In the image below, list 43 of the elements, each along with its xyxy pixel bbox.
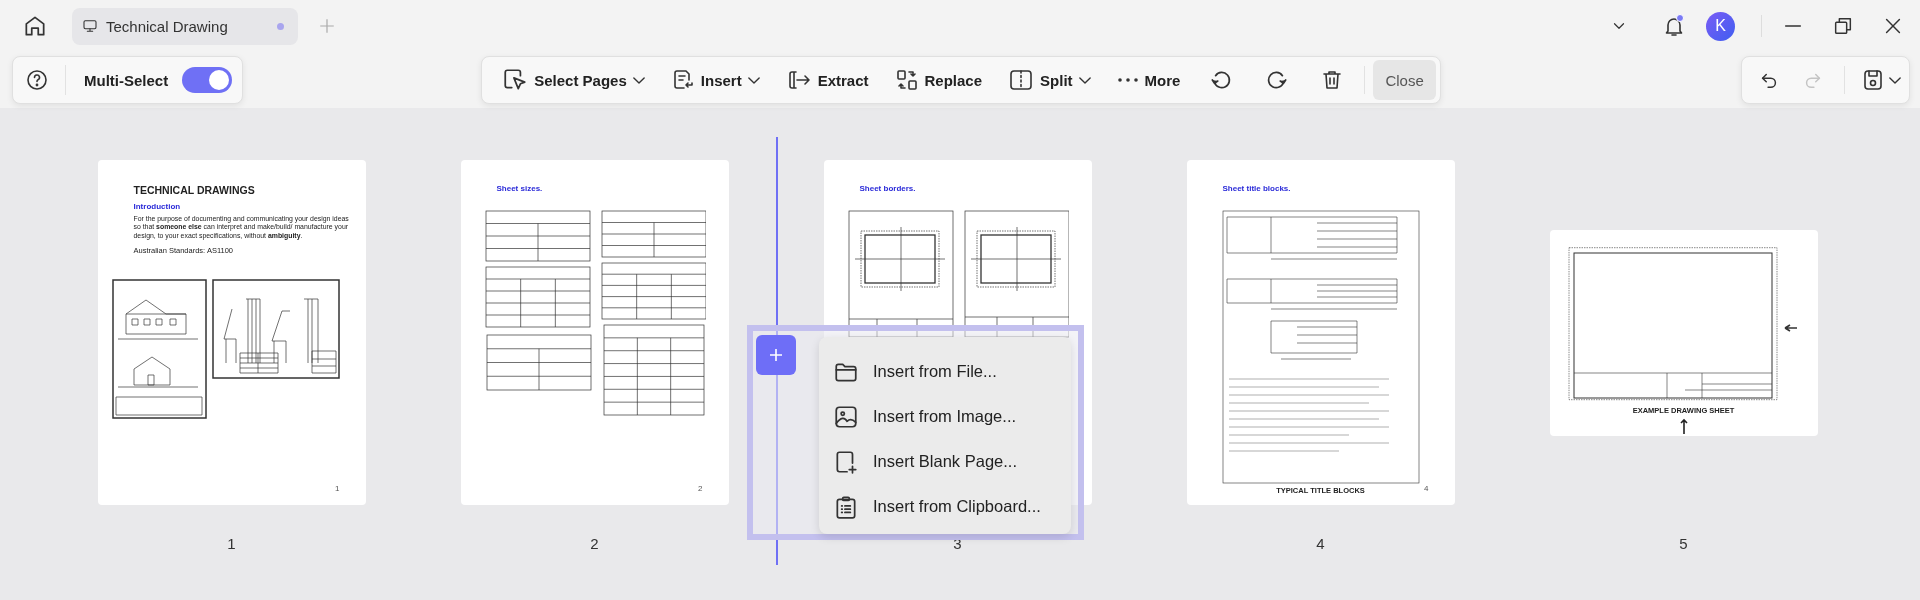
extract-button[interactable]: Extract bbox=[775, 60, 879, 100]
page-corner-number: 1 bbox=[335, 484, 340, 493]
blank-page-icon bbox=[833, 448, 859, 475]
page-heading: Sheet sizes. bbox=[496, 184, 543, 193]
insert-dropdown[interactable]: Insert bbox=[660, 60, 770, 100]
arrow-icon bbox=[1679, 417, 1688, 434]
multi-select-label: Multi-Select bbox=[84, 71, 169, 89]
document-tab[interactable]: Technical Drawing bbox=[72, 7, 298, 45]
insert-add-button[interactable] bbox=[756, 335, 796, 375]
page-heading: TECHNICAL DRAWINGS bbox=[133, 184, 255, 196]
plus-icon bbox=[768, 347, 784, 363]
clipboard-icon bbox=[833, 493, 859, 520]
page-thumbnail[interactable]: Sheet sizes. 2 bbox=[460, 160, 729, 505]
image-icon bbox=[833, 403, 859, 430]
chevron-down-icon bbox=[747, 76, 760, 84]
page-number: 5 bbox=[1679, 535, 1688, 552]
select-pages-dropdown[interactable]: Select Pages bbox=[492, 60, 655, 100]
user-avatar[interactable]: K bbox=[1706, 11, 1735, 41]
chevron-down-icon bbox=[1078, 76, 1091, 84]
page-corner-number: 2 bbox=[698, 484, 703, 493]
replace-button[interactable]: Replace bbox=[884, 60, 993, 100]
chevron-down-icon[interactable] bbox=[1889, 76, 1901, 84]
page-number: 2 bbox=[590, 535, 599, 552]
monitor-icon bbox=[82, 18, 98, 34]
close-button[interactable]: Close bbox=[1373, 60, 1436, 100]
split-icon bbox=[1008, 68, 1035, 92]
restore-icon[interactable] bbox=[1832, 15, 1854, 37]
page-heading: Sheet borders. bbox=[859, 184, 916, 193]
save-icon[interactable] bbox=[1861, 67, 1885, 93]
replace-icon bbox=[894, 68, 919, 92]
more-button[interactable]: More bbox=[1106, 60, 1191, 100]
more-icon bbox=[1116, 78, 1139, 82]
page-heading: Sheet title blocks. bbox=[1222, 184, 1291, 193]
page-corner-number: 4 bbox=[1424, 484, 1429, 493]
split-dropdown[interactable]: Split bbox=[998, 60, 1101, 100]
page-subheading: Introduction bbox=[133, 202, 181, 211]
cursor-page-icon bbox=[502, 67, 529, 93]
page-number: 1 bbox=[227, 535, 236, 552]
page-number: 4 bbox=[1316, 535, 1325, 552]
help-icon[interactable] bbox=[25, 68, 49, 92]
page-thumbnail[interactable] bbox=[97, 160, 366, 505]
chevron-down-icon bbox=[632, 76, 645, 84]
multi-select-toggle[interactable] bbox=[182, 67, 233, 93]
